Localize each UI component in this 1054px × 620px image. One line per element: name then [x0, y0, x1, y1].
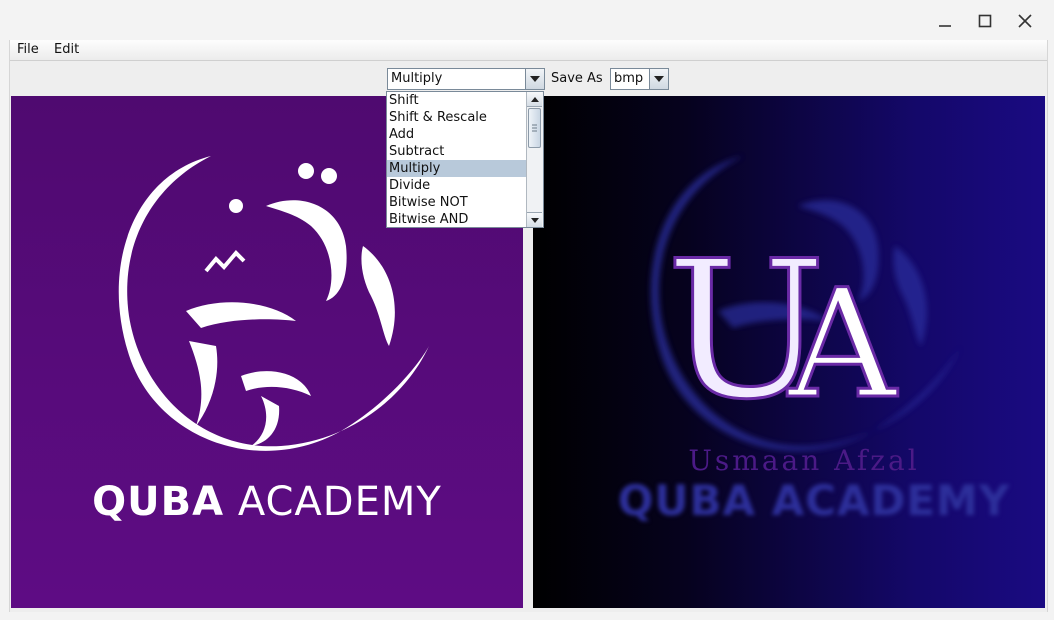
dropdown-option[interactable]: Divide [387, 177, 527, 194]
menu-bar: File Edit [10, 40, 1047, 61]
scroll-up-icon [530, 96, 539, 102]
result-image: U A Usmaan Afzal QUBA ACADEMY [533, 96, 1045, 608]
format-select-arrow[interactable] [649, 69, 668, 89]
dropdown-option[interactable]: Multiply [387, 160, 527, 177]
scroll-up-button[interactable] [527, 92, 542, 107]
format-select-value: bmp [614, 71, 644, 86]
dropdown-arrow-icon [654, 76, 664, 82]
menu-edit[interactable]: Edit [51, 42, 82, 57]
ua-monogram-a: A [787, 258, 898, 432]
dropdown-option[interactable]: Shift & Rescale [387, 109, 527, 126]
close-button[interactable] [1008, 6, 1042, 36]
minimize-icon [939, 25, 951, 27]
operation-select-arrow[interactable] [525, 69, 544, 89]
blurred-logo-text: QUBA ACADEMY [617, 476, 1011, 525]
result-logo-graphic: U A [650, 156, 961, 451]
dropdown-option[interactable]: Add [387, 126, 527, 143]
title-bar[interactable] [0, 0, 1054, 40]
toolbar: Multiply Save As bmp [10, 61, 1047, 95]
dropdown-option[interactable]: Bitwise NOT [387, 194, 527, 211]
usmaan-afzal-text: Usmaan Afzal [688, 444, 920, 477]
dropdown-option[interactable]: Bitwise AND [387, 211, 527, 228]
dropdown-arrow-icon [530, 76, 540, 82]
scroll-down-icon [530, 217, 539, 223]
maximize-button[interactable] [968, 6, 1002, 36]
logo-text-bold: QUBA [92, 479, 225, 525]
format-select[interactable]: bmp [610, 68, 669, 90]
operation-select-value: Multiply [391, 71, 443, 86]
logo-text-light: ACADEMY [237, 479, 442, 525]
save-as-label: Save As [551, 71, 603, 86]
minimize-button[interactable] [928, 6, 962, 36]
operation-dropdown-list[interactable]: Shift Shift & Rescale Add Subtract Multiply D… [386, 91, 544, 228]
menu-file[interactable]: File [14, 42, 42, 57]
scroll-thumb[interactable] [528, 108, 541, 148]
quba-academy-logo-text: QUBA ACADEMY [11, 479, 523, 525]
dropdown-option[interactable]: Shift [387, 92, 527, 109]
operation-select[interactable]: Multiply [387, 68, 545, 90]
scroll-down-button[interactable] [527, 212, 542, 227]
maximize-icon [978, 14, 992, 28]
app-window: File Edit Multiply Save As bmp QUBA ACAD… [0, 0, 1054, 620]
dropdown-option[interactable]: Subtract [387, 143, 527, 160]
dropdown-options: Shift Shift & Rescale Add Subtract Multiply D… [387, 92, 527, 227]
dropdown-scrollbar[interactable] [526, 92, 543, 227]
grip-icon [532, 124, 537, 132]
close-icon [1018, 14, 1032, 28]
